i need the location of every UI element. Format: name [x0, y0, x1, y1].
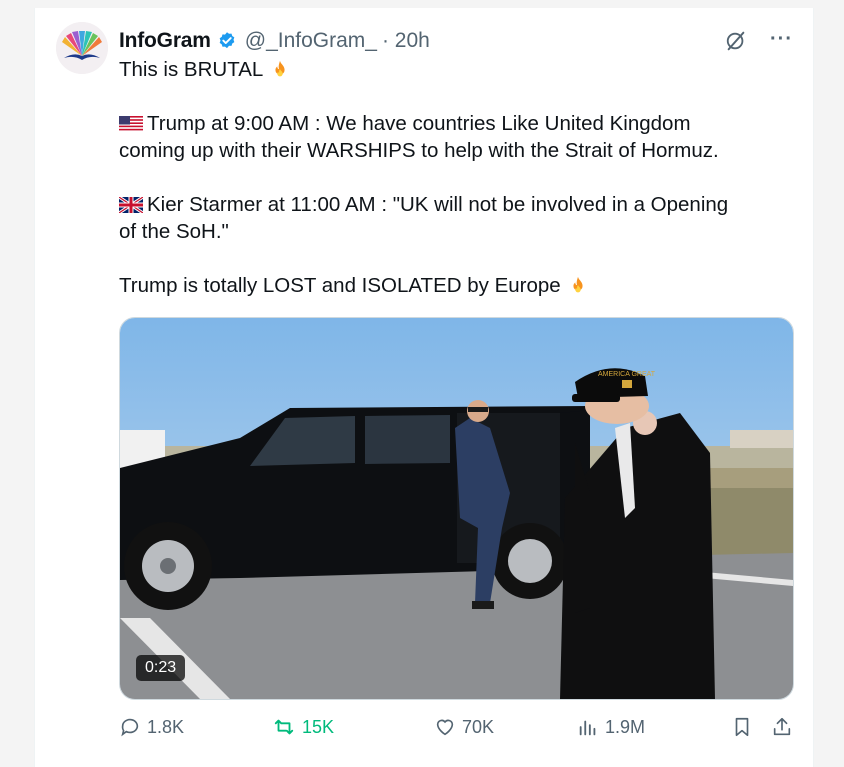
text-line-4: Kier Starmer at 11:00 AM : "UK will not …	[147, 193, 729, 216]
text-line-6: Trump is totally LOST and ISOLATED by Eu…	[119, 274, 561, 297]
views-count: 1.9M	[605, 716, 646, 737]
reply-count: 1.8K	[147, 716, 185, 737]
grok-icon[interactable]	[725, 30, 747, 52]
author-handle[interactable]: @_InfoGram_	[245, 29, 377, 53]
cap-text: AMERICA GREAT	[598, 371, 656, 378]
more-icon[interactable]: ···	[770, 28, 793, 51]
text-line-2: Trump at 9:00 AM : We have countries Lik…	[147, 112, 691, 135]
like-button[interactable]: 70K	[434, 716, 494, 738]
verified-badge-icon	[219, 32, 235, 49]
repost-icon	[274, 719, 294, 735]
reply-button[interactable]: 1.8K	[119, 716, 184, 738]
bookmark-button[interactable]	[731, 716, 759, 738]
text-line-1: This is BRUTAL	[119, 58, 264, 81]
avatar[interactable]	[56, 22, 108, 74]
like-count: 70K	[462, 716, 495, 737]
text-line-3: coming up with their WARSHIPS to help wi…	[119, 139, 719, 162]
tweet-header: InfoGram @_InfoGram_ · 20h ···	[119, 28, 793, 54]
us-flag-icon	[119, 115, 143, 132]
share-icon	[773, 717, 791, 736]
flame-icon	[573, 276, 583, 292]
share-button[interactable]	[771, 716, 799, 738]
video-frame: AMERICA GREAT	[120, 318, 793, 699]
repost-button[interactable]: 15K	[272, 716, 334, 738]
flame-icon	[275, 60, 285, 76]
text-line-5: of the SoH."	[119, 220, 229, 243]
views-icon	[579, 720, 596, 736]
tweet-text: This is BRUTAL Trump at 9:00 AM : We hav…	[119, 56, 799, 299]
uk-flag-icon	[119, 196, 143, 213]
tweet-card[interactable]: InfoGram @_InfoGram_ · 20h ··· This is B…	[34, 8, 814, 767]
video-player[interactable]: AMERICA GREAT 0:23	[119, 317, 794, 700]
avatar-logo-icon	[56, 22, 108, 74]
tweet-time[interactable]: · 20h	[382, 29, 430, 53]
action-bar: 1.8K 15K 70K 1.9M	[119, 716, 799, 742]
bookmark-icon	[735, 717, 749, 737]
reply-icon	[121, 718, 139, 737]
views-button[interactable]: 1.9M	[577, 716, 645, 738]
repost-count: 15K	[302, 716, 335, 737]
video-duration: 0:23	[136, 655, 186, 681]
like-icon	[436, 719, 454, 736]
author-name[interactable]: InfoGram	[119, 29, 211, 53]
